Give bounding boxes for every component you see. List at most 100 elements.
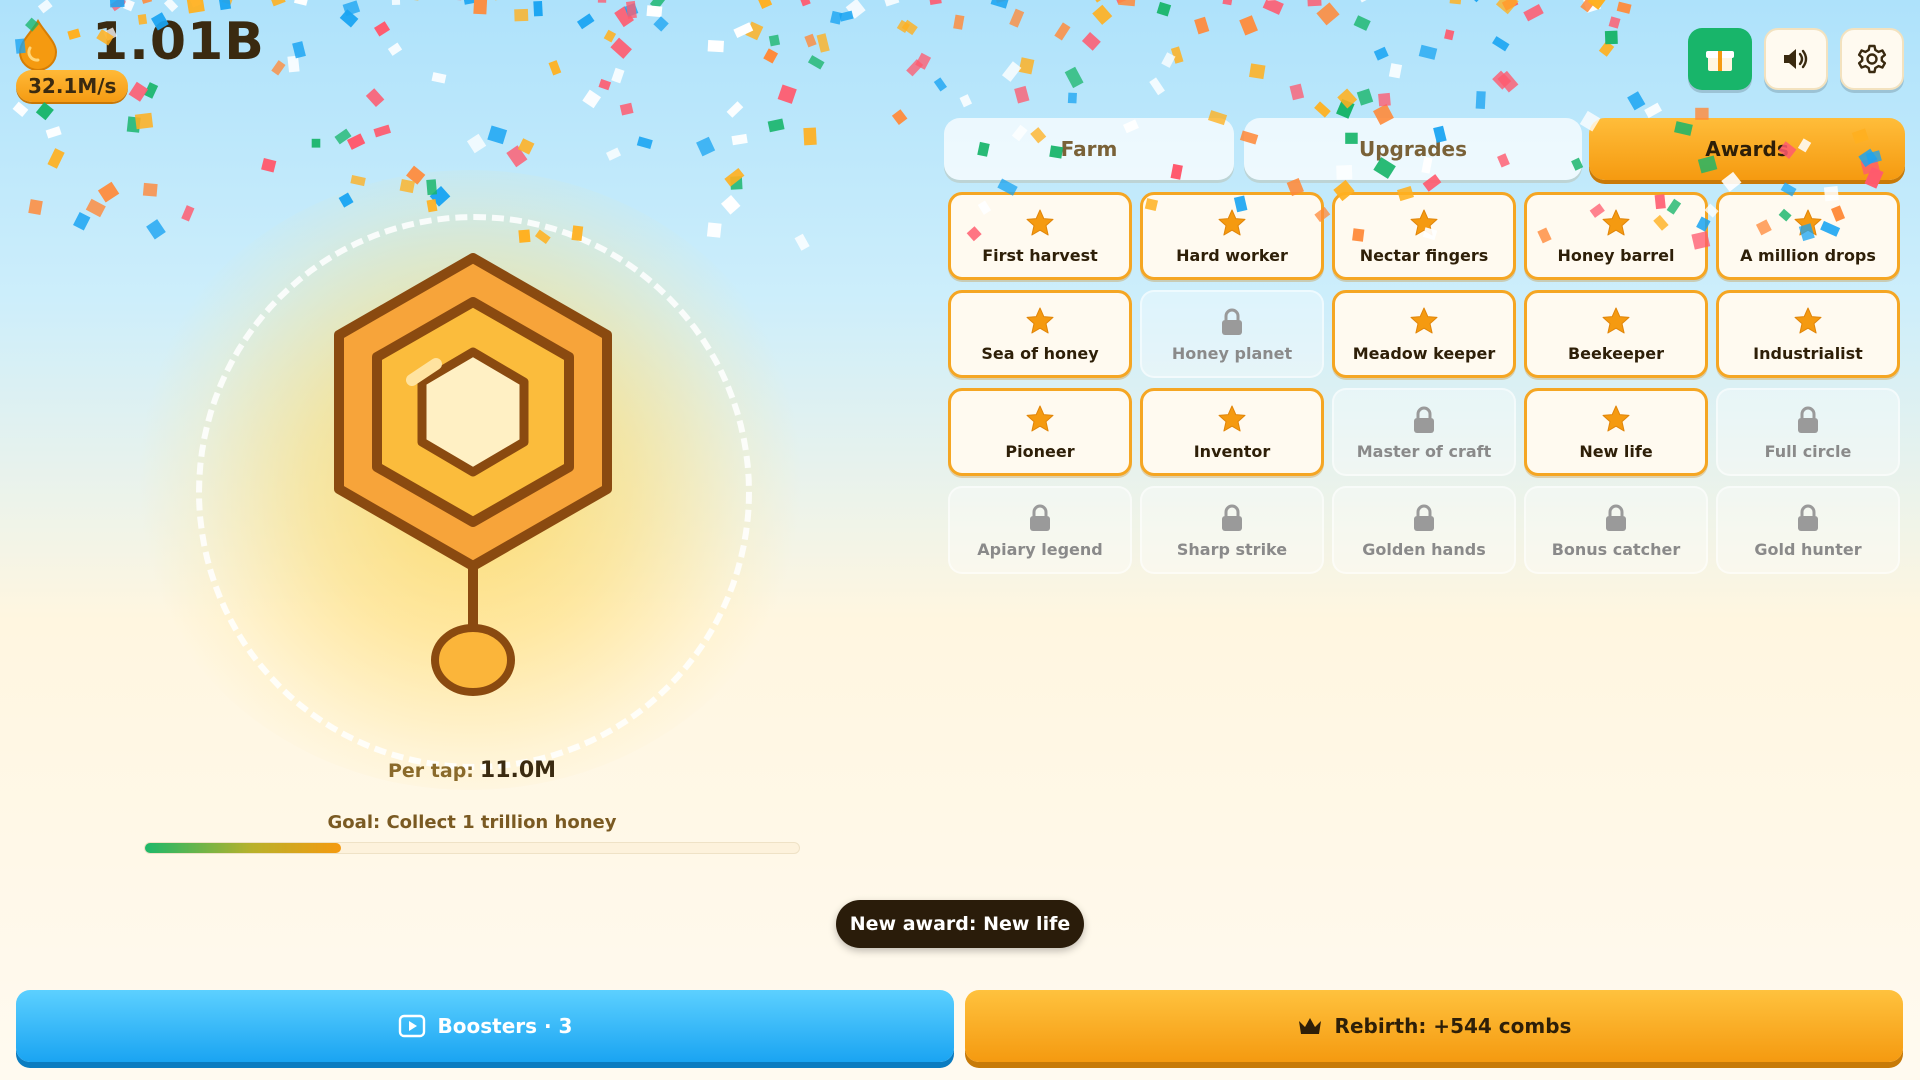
award-card[interactable]: Master of craft [1332, 388, 1516, 476]
award-card[interactable]: Pioneer [948, 388, 1132, 476]
per-tap-display: Per tap: 11.0M [388, 758, 556, 783]
star-icon [1601, 404, 1631, 434]
confetti-piece [463, 0, 475, 5]
confetti-piece [726, 101, 744, 118]
confetti-piece [803, 127, 817, 146]
confetti-piece [733, 22, 754, 38]
confetti-piece [1356, 0, 1371, 3]
award-card[interactable]: Golden hands [1332, 486, 1516, 574]
confetti-piece [730, 176, 743, 190]
confetti-piece [1470, 0, 1484, 3]
confetti-piece [1336, 98, 1355, 119]
award-card[interactable]: Hard worker [1140, 192, 1324, 280]
award-card[interactable]: Honey barrel [1524, 192, 1708, 280]
award-card[interactable]: First harvest [948, 192, 1132, 280]
confetti-piece [1262, 0, 1284, 15]
confetti-piece [745, 21, 764, 41]
award-card[interactable]: New life [1524, 388, 1708, 476]
confetti-piece [473, 0, 488, 15]
award-label: New life [1579, 441, 1653, 461]
award-label: Meadow keeper [1352, 343, 1496, 363]
confetti-piece [1081, 32, 1101, 51]
confetti-piece [1113, 0, 1128, 4]
confetti-piece [1239, 15, 1258, 36]
confetti-piece [794, 233, 810, 251]
award-card[interactable]: Beekeeper [1524, 290, 1708, 378]
confetti-piece [915, 52, 932, 70]
confetti-piece [1118, 0, 1136, 7]
tab-awards[interactable]: Awards [1589, 118, 1905, 180]
star-icon [1217, 404, 1247, 434]
confetti-piece [1523, 4, 1544, 22]
award-card[interactable]: Sea of honey [948, 290, 1132, 378]
confetti-piece [1067, 92, 1077, 104]
confetti-piece [1356, 88, 1374, 106]
confetti-piece [1064, 66, 1084, 89]
confetti-piece [218, 0, 232, 11]
award-card[interactable]: Meadow keeper [1332, 290, 1516, 378]
confetti-piece [1644, 102, 1663, 119]
confetti-piece [830, 10, 843, 25]
award-card[interactable]: Apiary legend [948, 486, 1132, 574]
confetti-piece [517, 138, 535, 155]
tab-upgrades[interactable]: Upgrades [1244, 118, 1582, 180]
award-card[interactable]: Inventor [1140, 388, 1324, 476]
confetti-piece [109, 0, 125, 8]
award-label: Inventor [1193, 441, 1271, 461]
tab-farm[interactable]: Farm [944, 118, 1234, 180]
confetti-piece [146, 219, 166, 240]
confetti-piece [85, 198, 106, 218]
boosters-button[interactable]: Boosters · 3 [16, 990, 954, 1062]
confetti-piece [97, 181, 120, 203]
honeycomb-hive-button[interactable] [328, 252, 618, 698]
award-card[interactable]: Gold hunter [1716, 486, 1900, 574]
confetti-piece [845, 0, 866, 19]
award-card[interactable]: Industrialist [1716, 290, 1900, 378]
confetti-piece [1156, 1, 1172, 17]
confetti-piece [1418, 44, 1438, 60]
settings-button[interactable] [1840, 28, 1904, 90]
confetti-piece [724, 167, 745, 187]
award-label: Pioneer [1005, 441, 1075, 461]
confetti-piece [1149, 77, 1165, 96]
confetti-piece [1314, 101, 1331, 118]
confetti-piece [1580, 0, 1595, 13]
confetti-piece [646, 5, 663, 18]
award-label: Apiary legend [977, 539, 1103, 559]
confetti-piece [140, 0, 153, 4]
confetti-piece [1222, 0, 1233, 6]
award-label: Bonus catcher [1551, 539, 1681, 559]
confetti-piece [720, 194, 741, 215]
confetti-piece [1249, 63, 1266, 80]
confetti-piece [611, 67, 625, 84]
sound-button[interactable] [1764, 28, 1828, 90]
confetti-piece [311, 138, 321, 148]
award-card[interactable]: Sharp strike [1140, 486, 1324, 574]
crown-icon [1298, 1018, 1321, 1034]
confetti-piece [598, 78, 612, 91]
lock-icon [1796, 404, 1820, 434]
award-card[interactable]: Honey planet [1140, 290, 1324, 378]
confetti-piece [466, 133, 487, 154]
confetti-piece [1449, 0, 1462, 5]
star-icon [1409, 306, 1439, 336]
confetti-piece [514, 8, 529, 22]
honeycomb-icon [334, 253, 612, 696]
award-card[interactable]: Nectar fingers [1332, 192, 1516, 280]
confetti-piece [128, 81, 149, 102]
confetti-piece [731, 133, 748, 146]
confetti-piece [610, 37, 632, 59]
confetti-piece [391, 0, 401, 6]
award-label: Full circle [1764, 441, 1852, 461]
confetti-piece [1608, 16, 1621, 29]
award-card[interactable]: Full circle [1716, 388, 1900, 476]
award-card[interactable]: A million drops [1716, 192, 1900, 280]
gift-button[interactable] [1688, 28, 1752, 90]
award-card[interactable]: Bonus catcher [1524, 486, 1708, 574]
per-tap-label: Per tap: [388, 760, 474, 782]
confetti-piece [649, 0, 667, 10]
confetti-piece [1598, 40, 1615, 57]
rebirth-button[interactable]: Rebirth: +544 combs [965, 990, 1903, 1062]
confetti-piece [47, 148, 65, 169]
goal-progress-bar [144, 842, 800, 854]
